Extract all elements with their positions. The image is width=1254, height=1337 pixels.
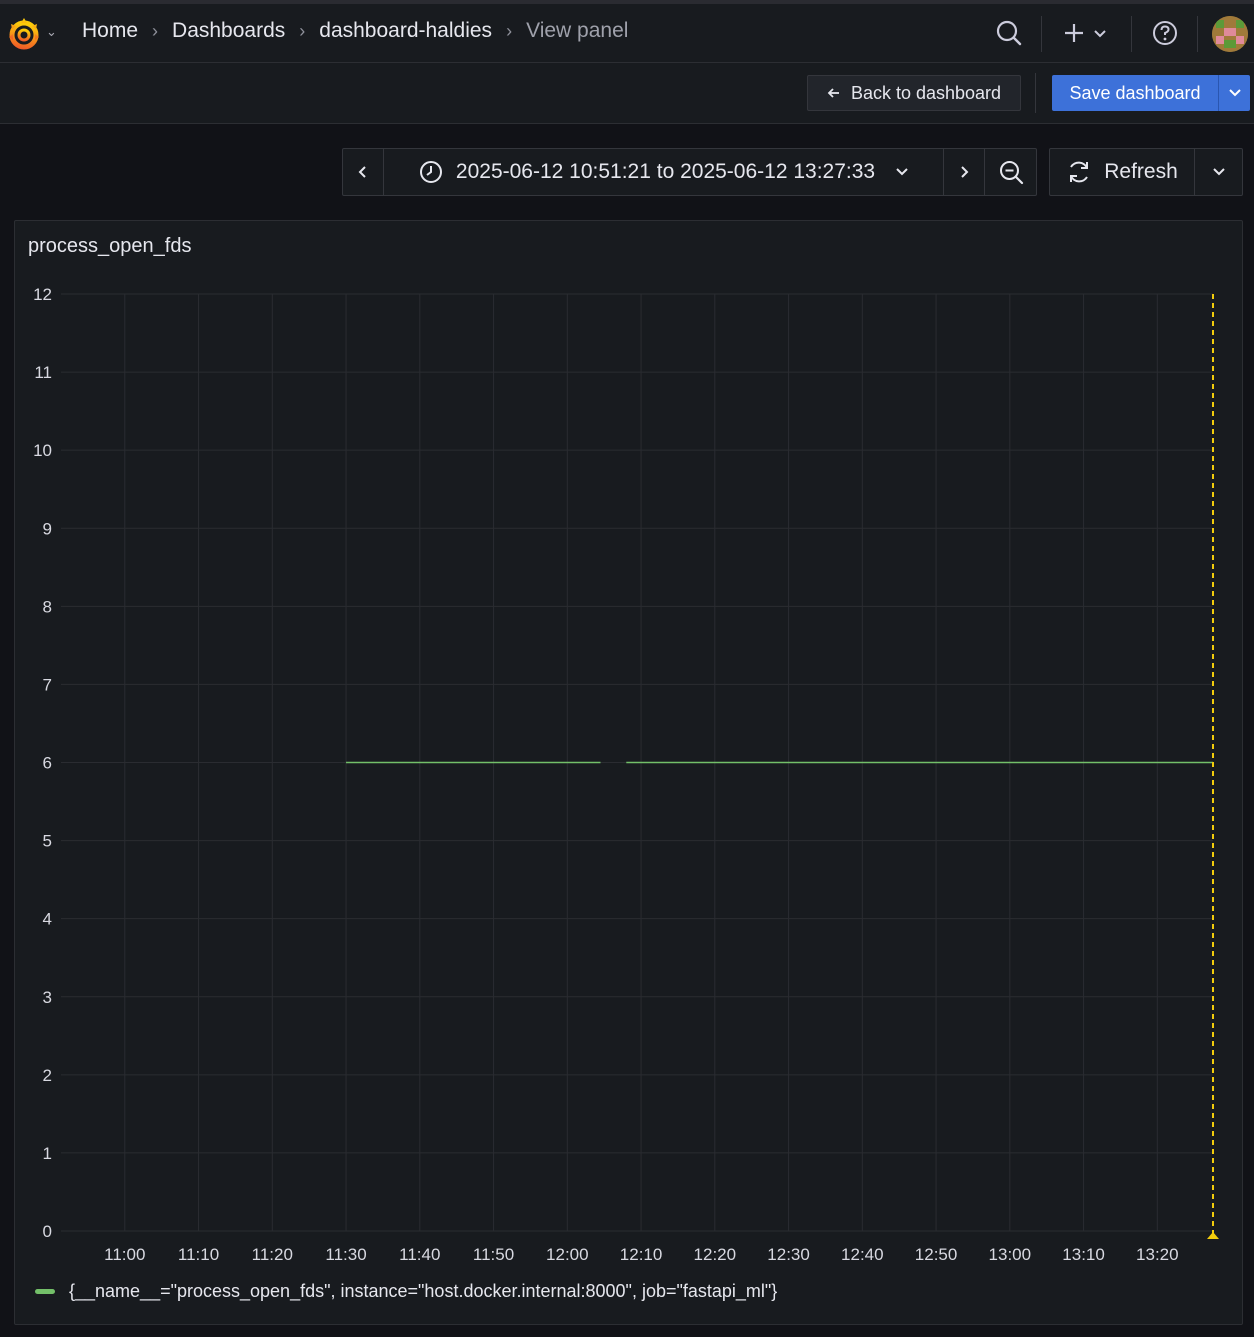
x-tick-label: 13:20 bbox=[1136, 1245, 1179, 1264]
back-to-dashboard-button[interactable]: Back to dashboard bbox=[807, 75, 1021, 111]
breadcrumb-dashboard[interactable]: dashboard-haldies bbox=[319, 19, 492, 43]
time-range-label: 2025-06-12 10:51:21 to 2025-06-12 13:27:… bbox=[455, 160, 876, 183]
y-tick-label: 1 bbox=[43, 1144, 52, 1163]
x-tick-label: 12:30 bbox=[767, 1245, 810, 1264]
y-tick-label: 0 bbox=[43, 1222, 52, 1241]
help-icon[interactable] bbox=[1150, 18, 1180, 48]
time-shift-back-button[interactable] bbox=[342, 148, 384, 196]
time-shift-forward-button[interactable] bbox=[943, 148, 985, 196]
y-tick-label: 12 bbox=[33, 285, 52, 304]
chevron-right-icon: › bbox=[506, 20, 513, 41]
y-tick-label: 3 bbox=[43, 988, 52, 1007]
chevron-left-icon bbox=[358, 166, 366, 178]
legend-series-label[interactable]: {__name__="process_open_fds", instance="… bbox=[69, 1281, 777, 1302]
nav-divider bbox=[1131, 16, 1132, 52]
time-series-chart[interactable]: 012345678910111211:00 11:10 11:20 11:30 11:4… bbox=[15, 221, 1242, 1324]
arrow-left-icon bbox=[827, 88, 839, 98]
x-tick-label: 11:10 bbox=[178, 1245, 219, 1264]
y-tick-label: 11 bbox=[34, 363, 52, 382]
y-tick-label: 5 bbox=[43, 832, 52, 851]
refresh-icon bbox=[1070, 161, 1089, 183]
clock-icon bbox=[419, 161, 442, 183]
x-tick-label: 12:20 bbox=[694, 1245, 737, 1264]
time-range-picker[interactable]: 2025-06-12 10:51:21 to 2025-06-12 13:27:… bbox=[383, 148, 944, 196]
chevron-down-icon bbox=[896, 168, 908, 176]
x-tick-label: 11:50 bbox=[473, 1245, 514, 1264]
avatar[interactable] bbox=[1212, 16, 1248, 52]
x-tick-label: 11:20 bbox=[252, 1245, 293, 1264]
chevron-right-icon: › bbox=[152, 20, 159, 41]
chevron-down-icon bbox=[1228, 89, 1241, 97]
chevron-down-icon bbox=[1212, 168, 1225, 176]
x-tick-label: 11:40 bbox=[399, 1245, 440, 1264]
search-icon[interactable] bbox=[994, 18, 1024, 48]
y-tick-label: 4 bbox=[43, 910, 52, 929]
dashboard-toolbar: Back to dashboard Save dashboard bbox=[0, 63, 1254, 124]
y-tick-label: 6 bbox=[43, 754, 52, 773]
nav-divider bbox=[1041, 16, 1042, 52]
x-tick-label: 12:10 bbox=[620, 1245, 663, 1264]
y-tick-label: 10 bbox=[33, 441, 52, 460]
breadcrumb-current: View panel bbox=[526, 19, 629, 42]
refresh-label: Refresh bbox=[1104, 160, 1178, 183]
legend-swatch bbox=[35, 1289, 55, 1294]
breadcrumb: Home › Dashboards › dashboard-haldies › … bbox=[82, 19, 628, 43]
refresh-button[interactable]: Refresh bbox=[1049, 148, 1195, 196]
top-navigation-bar: ⌄ Home › Dashboards › dashboard-haldies … bbox=[0, 4, 1254, 63]
breadcrumb-home[interactable]: Home bbox=[82, 19, 138, 43]
y-tick-label: 9 bbox=[43, 519, 52, 538]
save-options-button[interactable] bbox=[1218, 75, 1250, 111]
y-tick-label: 8 bbox=[43, 597, 52, 616]
chevron-down-icon[interactable]: ⌄ bbox=[46, 24, 57, 40]
panel: process_open_fds 0 1 2 3 4 5 6 7 8 9 10 11 12 11:00 11… bbox=[14, 220, 1243, 1325]
chevron-right-icon bbox=[961, 166, 969, 178]
x-tick-label: 13:00 bbox=[989, 1245, 1032, 1264]
nav-divider bbox=[1197, 16, 1198, 52]
y-tick-label: 2 bbox=[43, 1066, 52, 1085]
x-tick-label: 12:50 bbox=[915, 1245, 958, 1264]
x-tick-label: 11:30 bbox=[325, 1245, 366, 1264]
x-tick-label: 12:00 bbox=[546, 1245, 589, 1264]
chevron-right-icon: › bbox=[299, 20, 306, 41]
now-marker-triangle bbox=[1207, 1232, 1219, 1239]
x-tick-label: 13:10 bbox=[1062, 1245, 1105, 1264]
plus-icon[interactable] bbox=[1060, 18, 1110, 48]
chart-legend: {__name__="process_open_fds", instance="… bbox=[35, 1281, 777, 1302]
grafana-logo-icon[interactable] bbox=[6, 16, 42, 52]
refresh-interval-picker[interactable] bbox=[1194, 148, 1243, 196]
zoom-out-button[interactable] bbox=[984, 148, 1037, 196]
y-tick-label: 7 bbox=[43, 675, 52, 694]
toolbar-divider bbox=[1035, 73, 1036, 113]
breadcrumb-dashboards[interactable]: Dashboards bbox=[172, 19, 285, 43]
back-button-label: Back to dashboard bbox=[850, 82, 1002, 103]
x-tick-label: 11:00 bbox=[104, 1245, 145, 1264]
save-dashboard-button[interactable]: Save dashboard bbox=[1052, 75, 1218, 111]
zoom-out-icon bbox=[999, 161, 1023, 185]
x-tick-label: 12:40 bbox=[841, 1245, 884, 1264]
